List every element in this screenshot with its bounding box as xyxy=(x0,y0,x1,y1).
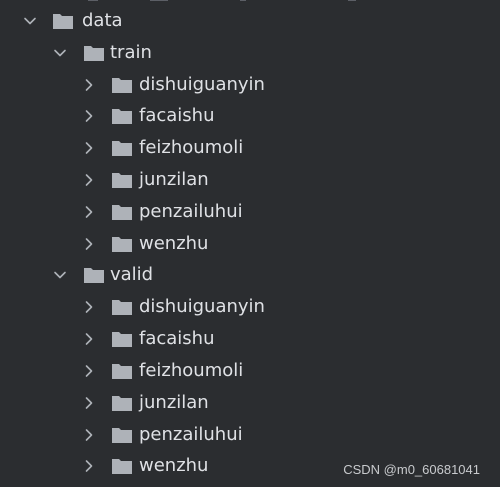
tree-item-label: facaishu xyxy=(139,105,215,126)
folder-icon xyxy=(83,38,105,68)
tree-item-label: train xyxy=(110,42,152,63)
tree-item-label: wenzhu xyxy=(139,455,209,476)
tree-item-label: facaishu xyxy=(139,328,215,349)
tree-item-valid[interactable]: valid xyxy=(0,260,500,290)
chevron-right-icon[interactable] xyxy=(81,70,97,100)
folder-icon xyxy=(111,451,133,481)
tree-item-label: dishuiguanyin xyxy=(139,296,265,317)
tree-item-valid-junzilan[interactable]: junzilan xyxy=(0,388,500,418)
tree-item-train-facaishu[interactable]: facaishu xyxy=(0,101,500,131)
tree-item-train-dishuiguanyin[interactable]: dishuiguanyin xyxy=(0,70,500,100)
chevron-right-icon[interactable] xyxy=(81,133,97,163)
tree-item-label: junzilan xyxy=(139,169,209,190)
chevron-right-icon[interactable] xyxy=(81,292,97,322)
folder-icon xyxy=(83,260,105,290)
chevron-right-icon[interactable] xyxy=(81,388,97,418)
folder-icon xyxy=(52,6,74,36)
folder-icon xyxy=(111,420,133,450)
folder-icon xyxy=(111,292,133,322)
folder-icon xyxy=(111,70,133,100)
folder-icon xyxy=(111,229,133,259)
tree-item-train-wenzhu[interactable]: wenzhu xyxy=(0,229,500,259)
tree-item-train-feizhoumoli[interactable]: feizhoumoli xyxy=(0,133,500,163)
tree-item-valid-feizhoumoli[interactable]: feizhoumoli xyxy=(0,356,500,386)
chevron-right-icon[interactable] xyxy=(81,356,97,386)
folder-icon xyxy=(111,101,133,131)
folder-icon xyxy=(111,324,133,354)
folder-icon xyxy=(111,165,133,195)
folder-icon xyxy=(111,356,133,386)
chevron-right-icon[interactable] xyxy=(81,420,97,450)
chevron-down-icon[interactable] xyxy=(52,260,68,290)
tree-item-train-junzilan[interactable]: junzilan xyxy=(0,165,500,195)
tree-item-label: feizhoumoli xyxy=(139,137,244,158)
watermark: CSDN @m0_60681041 xyxy=(343,462,480,477)
chevron-down-icon[interactable] xyxy=(22,6,38,36)
chevron-down-icon[interactable] xyxy=(52,38,68,68)
project-tree: data train dishuiguanyin facaishu feizho… xyxy=(0,0,500,487)
tree-item-label: penzailuhui xyxy=(139,424,243,445)
folder-icon xyxy=(111,133,133,163)
tree-item-label: penzailuhui xyxy=(139,201,243,222)
tree-item-valid-dishuiguanyin[interactable]: dishuiguanyin xyxy=(0,292,500,322)
chevron-right-icon[interactable] xyxy=(81,229,97,259)
tree-item-label: wenzhu xyxy=(139,233,209,254)
chevron-right-icon[interactable] xyxy=(81,165,97,195)
tree-item-data[interactable]: data xyxy=(0,6,500,36)
tree-item-label: dishuiguanyin xyxy=(139,74,265,95)
tree-item-valid-facaishu[interactable]: facaishu xyxy=(0,324,500,354)
chevron-right-icon[interactable] xyxy=(81,101,97,131)
tree-item-label: junzilan xyxy=(139,392,209,413)
tree-item-valid-penzailuhui[interactable]: penzailuhui xyxy=(0,420,500,450)
tree-item-train[interactable]: train xyxy=(0,38,500,68)
folder-icon xyxy=(111,197,133,227)
chevron-right-icon[interactable] xyxy=(81,451,97,481)
chevron-right-icon[interactable] xyxy=(81,197,97,227)
tree-item-label: data xyxy=(82,10,123,31)
tree-item-train-penzailuhui[interactable]: penzailuhui xyxy=(0,197,500,227)
folder-icon xyxy=(111,388,133,418)
tree-item-label: feizhoumoli xyxy=(139,360,244,381)
tree-item-label: valid xyxy=(110,264,154,285)
chevron-right-icon[interactable] xyxy=(81,324,97,354)
